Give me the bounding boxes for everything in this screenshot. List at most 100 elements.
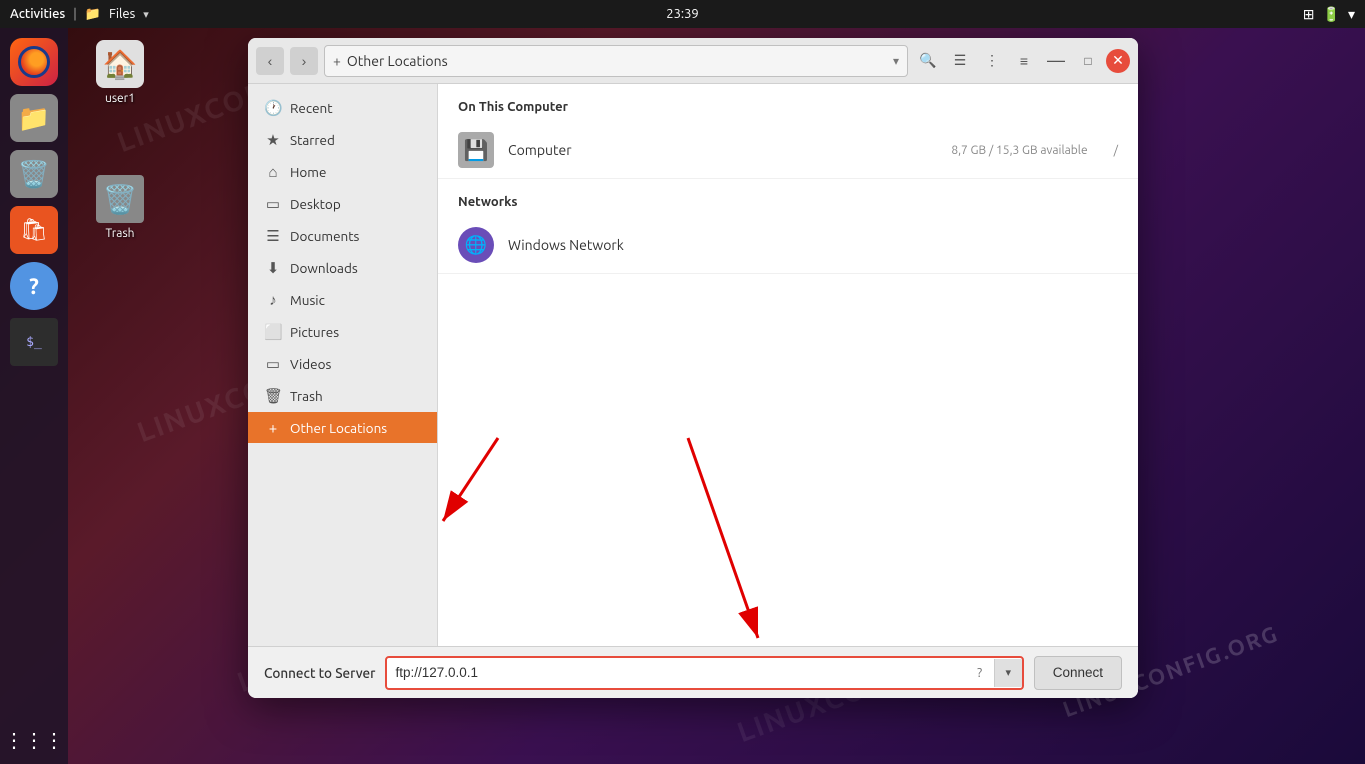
sidebar-item-documents[interactable]: ☰ Documents [248, 220, 437, 252]
file-area: On This Computer 💾 Computer 8,7 GB / 15,… [438, 84, 1138, 646]
sidebar-item-downloads[interactable]: ⬇ Downloads [248, 252, 437, 284]
server-input-wrapper: ? ▾ [385, 656, 1023, 690]
desktop-icon-user1-label: user1 [105, 92, 135, 105]
sidebar-item-documents-label: Documents [290, 228, 359, 244]
downloads-icon: ⬇ [264, 259, 282, 277]
help-icon: ? [29, 274, 39, 299]
sidebar-item-trash-label: Trash [290, 388, 323, 404]
computer-drive-icon: 💾 [458, 132, 494, 168]
files-menu[interactable]: Files [109, 7, 135, 21]
file-manager-window: ‹ › + Other Locations ▾ 🔍 ☰ ⋮ ≡ — □ ✕ 🕐 … [248, 38, 1138, 698]
sidebar-item-music[interactable]: ♪ Music [248, 284, 437, 316]
desktop-icon-trash[interactable]: 🗑️ Trash [80, 175, 160, 240]
sidebar-item-home-label: Home [290, 164, 326, 180]
nav-back-button[interactable]: ‹ [256, 47, 284, 75]
minimize-button[interactable]: — [1042, 47, 1070, 75]
location-dropdown-icon[interactable]: ▾ [893, 54, 899, 68]
dock-item-trash[interactable]: 🗑️ [10, 150, 58, 198]
files-icon: 📁 [18, 103, 50, 134]
location-bar: + Other Locations ▾ [324, 45, 908, 77]
top-bar: Activities | 📁 Files ▾ 23:39 ⊞ 🔋 ▾ [0, 0, 1365, 28]
trash-sidebar-icon: 🗑 [264, 387, 282, 405]
sidebar: 🕐 Recent ★ Starred ⌂ Home ▭ Desktop ☰ Do… [248, 84, 438, 646]
sidebar-item-downloads-label: Downloads [290, 260, 358, 276]
close-button[interactable]: ✕ [1106, 49, 1130, 73]
activities-button[interactable]: Activities [10, 7, 65, 21]
recent-icon: 🕐 [264, 99, 282, 117]
sidebar-item-trash[interactable]: 🗑 Trash [248, 380, 437, 412]
apps-grid-icon: ⋮⋮⋮ [4, 728, 64, 751]
network-icon[interactable]: ⊞ [1303, 6, 1315, 23]
sidebar-item-other-locations-label: Other Locations [290, 420, 387, 436]
sidebar-item-videos-label: Videos [290, 356, 331, 372]
sidebar-item-desktop[interactable]: ▭ Desktop [248, 188, 437, 220]
home-icon: ⌂ [264, 163, 282, 181]
desktop-icons: 🏠 user1 🗑️ Trash [80, 40, 160, 240]
dock: 📁 🗑️ 🛍 ? $_ ⋮⋮⋮ [0, 28, 68, 764]
starred-icon: ★ [264, 131, 282, 149]
computer-item-name: Computer [508, 142, 937, 158]
dock-item-ubuntu[interactable]: 🛍 [10, 206, 58, 254]
title-bar: ‹ › + Other Locations ▾ 🔍 ☰ ⋮ ≡ — □ ✕ [248, 38, 1138, 84]
folder-icon: 🏠 [103, 48, 138, 81]
desktop-icon-trash-label: Trash [105, 227, 134, 240]
documents-icon: ☰ [264, 227, 282, 245]
terminal-icon: $_ [26, 335, 42, 350]
sidebar-item-music-label: Music [290, 292, 325, 308]
connect-to-server-label: Connect to Server [264, 665, 375, 681]
ubuntu-icon: 🛍 [20, 217, 48, 243]
file-item-computer[interactable]: 💾 Computer 8,7 GB / 15,3 GB available / [438, 122, 1138, 179]
music-icon: ♪ [264, 291, 282, 309]
search-button[interactable]: 🔍 [914, 47, 942, 75]
sidebar-item-pictures[interactable]: ⬜ Pictures [248, 316, 437, 348]
sidebar-item-videos[interactable]: ▭ Videos [248, 348, 437, 380]
sidebar-item-recent-label: Recent [290, 100, 333, 116]
battery-icon[interactable]: 🔋 [1323, 6, 1340, 23]
computer-item-path: / [1114, 144, 1118, 157]
windows-network-icon: 🌐 [458, 227, 494, 263]
main-content: 🕐 Recent ★ Starred ⌂ Home ▭ Desktop ☰ Do… [248, 84, 1138, 646]
pictures-icon: ⬜ [264, 323, 282, 341]
bottom-bar: Connect to Server ? ▾ Connect [248, 646, 1138, 698]
connect-button[interactable]: Connect [1034, 656, 1122, 690]
settings-icon[interactable]: ▾ [1348, 6, 1355, 23]
view-list-button[interactable]: ☰ [946, 47, 974, 75]
sidebar-item-recent[interactable]: 🕐 Recent [248, 92, 437, 124]
dock-item-terminal[interactable]: $_ [10, 318, 58, 366]
server-input[interactable] [387, 665, 965, 680]
clock: 23:39 [666, 7, 699, 21]
files-menu-arrow[interactable]: ▾ [143, 8, 149, 21]
apps-grid-button[interactable]: ⋮⋮⋮ [4, 728, 64, 752]
other-locations-icon: + [264, 419, 282, 436]
videos-icon: ▭ [264, 355, 282, 373]
title-actions: 🔍 ☰ ⋮ ≡ — □ ✕ [914, 47, 1130, 75]
view-options-button[interactable]: ⋮ [978, 47, 1006, 75]
sidebar-item-starred-label: Starred [290, 132, 335, 148]
dock-item-firefox[interactable] [10, 38, 58, 86]
sidebar-item-home[interactable]: ⌂ Home [248, 156, 437, 188]
server-input-dropdown-icon[interactable]: ▾ [994, 659, 1022, 687]
sidebar-item-starred[interactable]: ★ Starred [248, 124, 437, 156]
menu-button[interactable]: ≡ [1010, 47, 1038, 75]
top-bar-left: Activities | 📁 Files ▾ [10, 7, 149, 22]
desktop-icon-s: ▭ [264, 195, 282, 213]
desktop-icon-user1[interactable]: 🏠 user1 [80, 40, 160, 105]
sidebar-item-other-locations[interactable]: + Other Locations [248, 412, 437, 443]
sidebar-item-desktop-label: Desktop [290, 196, 341, 212]
firefox-icon [18, 46, 50, 78]
section-on-this-computer: On This Computer [438, 84, 1138, 122]
trash-icon: 🗑️ [18, 159, 50, 190]
windows-network-name: Windows Network [508, 237, 1118, 253]
maximize-button[interactable]: □ [1074, 47, 1102, 75]
location-plus-icon: + [333, 53, 341, 69]
top-bar-right: ⊞ 🔋 ▾ [1303, 6, 1355, 23]
file-item-windows-network[interactable]: 🌐 Windows Network [438, 217, 1138, 274]
dock-item-help[interactable]: ? [10, 262, 58, 310]
dock-item-files[interactable]: 📁 [10, 94, 58, 142]
server-input-help-icon[interactable]: ? [966, 659, 994, 687]
nav-forward-button[interactable]: › [290, 47, 318, 75]
files-icon: 📁 [85, 7, 101, 22]
sidebar-item-pictures-label: Pictures [290, 324, 339, 340]
location-text: Other Locations [347, 53, 887, 69]
computer-item-meta: 8,7 GB / 15,3 GB available [951, 144, 1087, 157]
